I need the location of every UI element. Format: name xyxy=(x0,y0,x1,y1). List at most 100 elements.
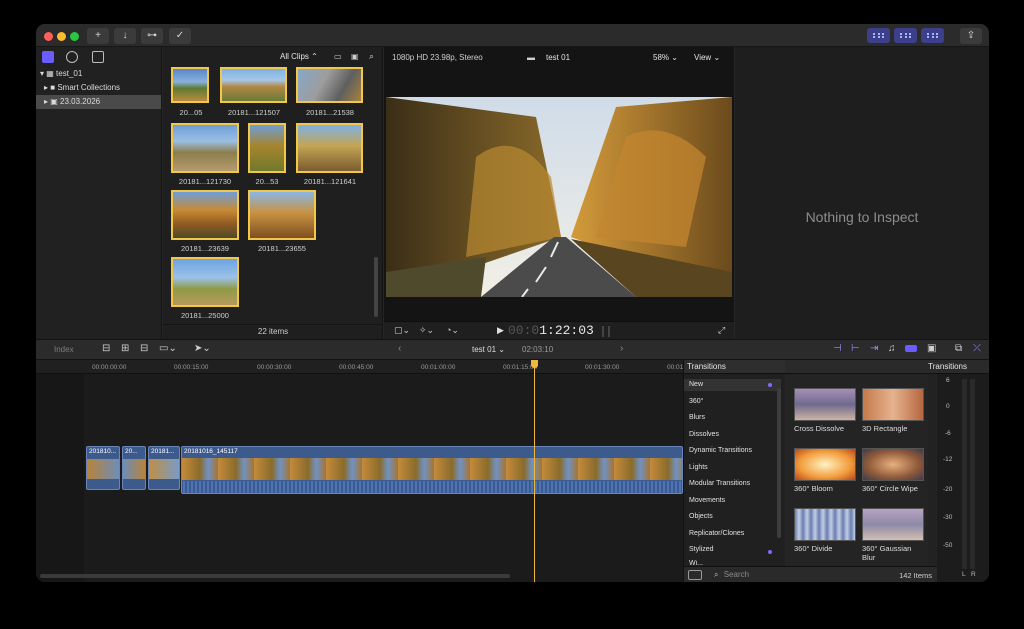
forward-arrow-icon[interactable]: › xyxy=(620,343,623,354)
sidebar-toggle-icon[interactable] xyxy=(688,570,702,580)
clip-count: 22 items xyxy=(163,324,383,339)
clip-name: 20181...23655 xyxy=(258,244,306,253)
show-inspector-icon[interactable] xyxy=(921,28,944,43)
timeline-clip-main[interactable]: 20181016_145117 xyxy=(181,446,683,494)
playhead[interactable] xyxy=(534,360,535,582)
category-item[interactable]: Blurs xyxy=(689,414,705,421)
category-scrollbar[interactable] xyxy=(777,388,781,538)
clip-thumbnail[interactable] xyxy=(248,190,316,240)
insert-clip-icon[interactable]: ⊞ xyxy=(121,343,129,354)
category-item[interactable]: Replicator/Clones xyxy=(689,530,744,537)
category-item[interactable]: Movements xyxy=(689,497,725,504)
select-tool-icon[interactable]: ➤⌄ xyxy=(194,343,211,354)
category-item[interactable]: Modular Transitions xyxy=(689,480,750,487)
show-browser-icon[interactable] xyxy=(867,28,890,43)
transitions-sidebar-header: Transitions xyxy=(684,360,785,374)
audio-skimming-icon[interactable]: ⊣ xyxy=(833,343,842,354)
playhead-handle[interactable] xyxy=(531,360,538,368)
search-field[interactable]: ⌕ Search xyxy=(714,570,749,580)
category-item[interactable]: Dissolves xyxy=(689,431,719,438)
viewer: 1080p HD 23.98p, Stereo ▬ test 01 58% ⌄ … xyxy=(384,47,734,339)
clip-thumbnail[interactable] xyxy=(248,123,286,173)
overwrite-clip-icon[interactable]: ▭⌄ xyxy=(159,343,177,354)
sidebar-item-smart-collections[interactable]: ▸ ■ Smart Collections xyxy=(44,81,120,95)
transitions-scrollbar[interactable] xyxy=(928,374,936,566)
transition-preview xyxy=(794,448,856,481)
chevron-down-icon: ⌄ xyxy=(713,53,721,62)
import-icon[interactable]: ↓ xyxy=(114,28,136,44)
zoom-menu[interactable]: 58% ⌄ xyxy=(653,53,678,62)
transitions-header[interactable]: Transitions xyxy=(785,360,989,374)
play-icon[interactable]: ▶ xyxy=(497,325,504,336)
solo-icon[interactable]: ⇥ xyxy=(870,343,878,354)
transition-preview xyxy=(862,448,924,481)
timeline-project-name[interactable]: test 01 ⌄ xyxy=(472,345,505,354)
category-item[interactable]: Stylized xyxy=(689,546,714,553)
folder-icon: ■ xyxy=(50,83,56,92)
libraries-icon[interactable] xyxy=(42,51,54,63)
search-icon[interactable]: ⌕ xyxy=(369,51,374,62)
clip-thumbnail[interactable] xyxy=(296,67,363,103)
category-item[interactable]: Objects xyxy=(689,513,713,520)
headphones-icon[interactable]: ♫ xyxy=(888,343,896,354)
new-badge-icon xyxy=(768,550,772,554)
library-project[interactable]: ▾ ▦ test_01 xyxy=(40,67,82,81)
effects-browser-icon[interactable]: ⧉ xyxy=(955,343,962,354)
transition-item[interactable]: Cross Dissolve xyxy=(794,388,856,433)
timeline-ruler[interactable]: 00:00:00:00 00:00:15:00 00:00:30:00 00:0… xyxy=(36,360,701,374)
transition-item[interactable]: 360° Bloom xyxy=(794,448,856,493)
clip-filter[interactable]: All Clips ⌃ xyxy=(280,52,318,61)
snapping-icon[interactable] xyxy=(905,345,917,352)
retime-icon[interactable]: ◔⌄ xyxy=(446,325,459,336)
skimming-icon[interactable]: ⊢ xyxy=(851,343,860,354)
clip-appearance-icon[interactable]: ▣ xyxy=(351,52,359,61)
category-item[interactable]: Dynamic Transitions xyxy=(689,447,752,454)
category-item[interactable]: 360° xyxy=(689,398,703,405)
enhancements-icon[interactable]: ✧⌄ xyxy=(419,325,434,336)
keywords-icon[interactable]: ⊶ xyxy=(141,28,163,44)
browser-scrollbar[interactable] xyxy=(374,257,378,317)
show-timeline-icon[interactable] xyxy=(894,28,917,43)
connect-clip-icon[interactable]: ⊟ xyxy=(102,343,110,354)
timeline-clip[interactable]: 20181... xyxy=(148,446,180,490)
transitions-browser-icon[interactable]: ⤫ xyxy=(973,343,981,354)
back-arrow-icon[interactable]: ‹ xyxy=(398,343,401,354)
transform-icon[interactable]: ▢⌄ xyxy=(394,325,410,336)
transition-item[interactable]: 360° Gaussian Blur xyxy=(862,508,924,562)
clip-thumbnail[interactable] xyxy=(171,190,239,240)
chevron-down-icon: ⌄ xyxy=(498,345,505,354)
transition-item[interactable]: 360° Circle Wipe xyxy=(862,448,924,493)
transitions-footer: ⌕ Search 142 Items xyxy=(684,566,937,582)
category-new[interactable]: New xyxy=(684,379,781,391)
clip-thumbnail[interactable] xyxy=(171,67,209,103)
timecode-display[interactable]: 00:01:22:03 xyxy=(508,323,594,338)
append-clip-icon[interactable]: ⊟ xyxy=(140,343,148,354)
clip-thumbnail[interactable] xyxy=(171,123,239,173)
timeline-clip[interactable]: 201810... xyxy=(86,446,120,490)
transition-item[interactable]: 3D Rectangle xyxy=(862,388,924,433)
share-icon[interactable]: ⇪ xyxy=(960,28,982,44)
viewer-controls: ▢⌄ ✧⌄ ◔⌄ ▶ 00:01:22:03 ⤢ xyxy=(384,321,734,339)
zoom-window-icon[interactable] xyxy=(70,32,79,41)
filmstrip-view-icon[interactable]: ▭ xyxy=(334,52,342,61)
clip-thumbnail[interactable] xyxy=(296,123,363,173)
transition-item[interactable]: 360° Divide xyxy=(794,508,856,553)
view-menu[interactable]: View ⌄ xyxy=(694,53,720,62)
sidebar-item-event[interactable]: ▸ ▣ 23.03.2026 xyxy=(36,95,161,109)
close-window-icon[interactable] xyxy=(44,32,53,41)
clip-thumbnail[interactable] xyxy=(220,67,287,103)
clip-thumbnail[interactable] xyxy=(171,257,239,307)
fullscreen-icon[interactable]: ⤢ xyxy=(718,325,725,336)
clip-name: 20181...121641 xyxy=(303,177,357,186)
index-button[interactable]: Index xyxy=(54,345,74,354)
transitions-browser: Transitions Transitions New 360° Blurs D… xyxy=(683,360,989,582)
category-item[interactable]: Lights xyxy=(689,464,708,471)
minimize-window-icon[interactable] xyxy=(57,32,66,41)
add-icon[interactable]: + xyxy=(87,28,109,44)
background-tasks-icon[interactable]: ✓ xyxy=(169,28,191,44)
timeline-scrollbar[interactable] xyxy=(40,574,510,578)
titles-generators-icon[interactable] xyxy=(92,51,104,63)
timeline-clip[interactable]: 20... xyxy=(122,446,146,490)
photos-audio-icon[interactable] xyxy=(66,51,78,63)
clip-appearance-icon[interactable]: ▣ xyxy=(927,343,936,354)
